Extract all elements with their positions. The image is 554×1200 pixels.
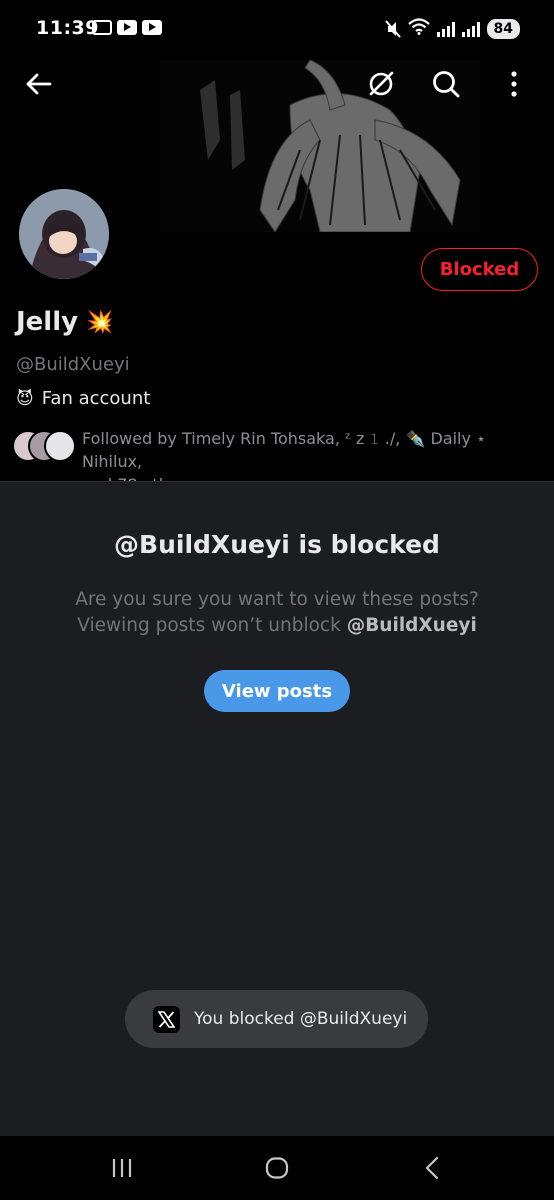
status-bar: 11:39 84 xyxy=(0,0,554,60)
status-time: 11:39 xyxy=(36,17,99,39)
chevron-left-icon xyxy=(425,1156,439,1180)
display-name-text: Jelly xyxy=(16,307,79,337)
signal-icon xyxy=(461,21,480,37)
followed-by-line-1: Followed by Timely Rin Tohsaka, ᶻ z 𝟷 ./… xyxy=(82,429,487,471)
blocked-button[interactable]: Blocked xyxy=(421,248,538,291)
search-button[interactable] xyxy=(426,64,466,104)
hide-banner-button[interactable] xyxy=(361,64,401,104)
status-system-icons: 84 xyxy=(384,18,520,39)
back-button[interactable] xyxy=(18,64,58,104)
collision-emoji-icon: 💥 xyxy=(86,309,114,335)
system-navigation-bar xyxy=(0,1136,554,1200)
vertical-dots-icon xyxy=(511,71,517,97)
youtube-icon xyxy=(142,20,162,35)
signal-icon xyxy=(436,21,455,37)
system-back-button[interactable] xyxy=(410,1148,454,1188)
status-notification-icons xyxy=(92,20,162,35)
battery-indicator: 84 xyxy=(486,18,520,39)
home-button[interactable] xyxy=(255,1148,299,1188)
follower-avatar xyxy=(44,430,76,462)
bio: 😈 Fan account xyxy=(16,388,150,409)
arrow-left-icon xyxy=(26,73,52,95)
screenshot-icon xyxy=(92,20,112,35)
view-posts-button[interactable]: View posts xyxy=(204,670,350,712)
x-logo-icon xyxy=(153,1005,180,1033)
smiling-devil-emoji-icon: 😈 xyxy=(16,388,34,409)
home-icon xyxy=(265,1157,289,1179)
blocked-message-handle: @BuildXueyi xyxy=(346,615,477,636)
followed-by-avatars[interactable] xyxy=(12,430,78,464)
more-options-button[interactable] xyxy=(494,64,534,104)
blocked-title: @BuildXueyi is blocked xyxy=(114,530,440,559)
avatar-image xyxy=(19,189,109,279)
eye-off-circle-icon xyxy=(369,71,394,96)
profile-avatar[interactable] xyxy=(16,186,112,282)
recents-icon xyxy=(112,1159,132,1177)
blocked-toast: You blocked @BuildXueyi xyxy=(125,990,428,1048)
wifi-icon xyxy=(407,18,430,39)
profile-handle: @BuildXueyi xyxy=(16,354,130,375)
display-name: Jelly 💥 xyxy=(16,307,114,337)
search-icon xyxy=(433,71,460,98)
recents-button[interactable] xyxy=(100,1148,144,1188)
toast-text: You blocked @BuildXueyi xyxy=(194,1009,408,1029)
bio-text: Fan account xyxy=(41,388,151,409)
mute-icon xyxy=(384,19,401,38)
youtube-icon xyxy=(117,20,137,35)
blocked-message: Are you sure you want to view these post… xyxy=(40,587,514,639)
